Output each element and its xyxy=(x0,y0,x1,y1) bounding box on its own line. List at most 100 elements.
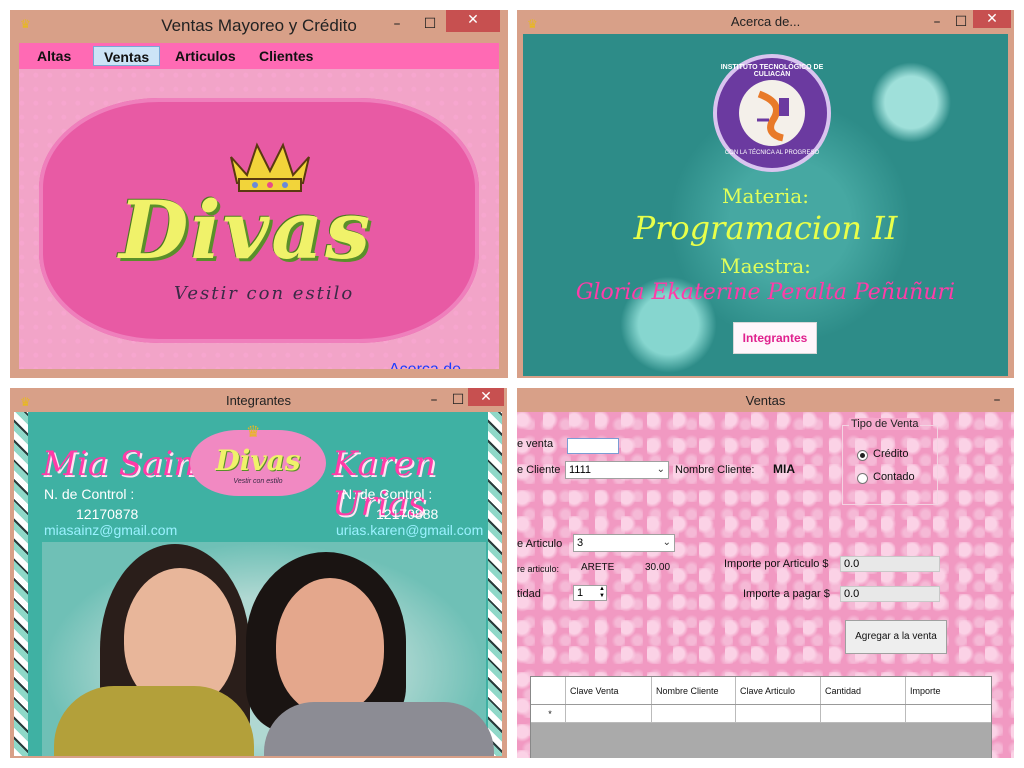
grid-col-nombre-cliente[interactable]: Nombre Cliente xyxy=(651,677,735,704)
materia-label: Materia: xyxy=(722,184,809,208)
close-icon[interactable]: ✕ xyxy=(446,10,500,32)
grid-header: Clave Venta Nombre Cliente Clave Articul… xyxy=(531,677,991,705)
minimize-icon[interactable]: – xyxy=(927,12,947,32)
new-row-marker: * xyxy=(548,708,552,719)
importe-pagar-label: Importe a pagar $ xyxy=(743,588,830,600)
divas-logo-text: Divas xyxy=(119,183,373,277)
credito-label: Crédito xyxy=(873,448,909,460)
menu-clientes[interactable]: Clientes xyxy=(249,46,323,66)
title-bar[interactable]: ♛ Acerca de... – ☐ ✕ xyxy=(517,10,1014,36)
grid-cell[interactable] xyxy=(820,705,905,722)
members-photo xyxy=(42,542,494,756)
clave-articulo-value: 3 xyxy=(577,537,584,549)
tipo-venta-group: Tipo de Venta Crédito Contado xyxy=(842,418,938,505)
title-bar[interactable]: Ventas – xyxy=(517,388,1014,414)
menu-articulos[interactable]: Articulos xyxy=(165,46,246,66)
small-logo-tagline: Vestir con estilo xyxy=(233,478,283,485)
importe-articulo-label: Importe por Articulo $ xyxy=(724,558,829,570)
title-bar[interactable]: ♛ Integrantes – ☐ ✕ xyxy=(10,388,507,414)
about-client-area: INSTITUTO TECNOLÓGICO DE CULIACÁN CON LA… xyxy=(523,34,1008,376)
members-client-area: Mia Sainz Karen Urias ♛ Divas Vestir con… xyxy=(14,412,502,756)
crown-icon: ♛ xyxy=(246,424,261,441)
cantidad-spinner[interactable]: 1 ▲ ▼ xyxy=(573,585,607,601)
grid-cell[interactable] xyxy=(651,705,735,722)
maximize-icon[interactable]: ☐ xyxy=(951,12,971,32)
photo-shirt-1 xyxy=(54,686,254,756)
grid-col-clave-venta[interactable]: Clave Venta xyxy=(565,677,651,704)
menu-ventas[interactable]: Ventas xyxy=(93,46,161,66)
photo-face-2 xyxy=(276,578,384,714)
small-logo-text: Divas xyxy=(215,444,301,477)
nombre-articulo-label: re articulo: xyxy=(517,564,560,574)
grid-cell[interactable] xyxy=(905,705,991,722)
grid-cell[interactable] xyxy=(735,705,820,722)
divas-small-logo: ♛ Divas Vestir con estilo xyxy=(190,424,326,496)
importe-articulo-field[interactable]: 0.0 xyxy=(840,556,940,572)
materia-value: Programacion II xyxy=(633,209,898,247)
main-window: ♛ Ventas Mayoreo y Crédito – ☐ ✕ Altas V… xyxy=(10,10,508,378)
spinner-arrows-icon[interactable]: ▲ ▼ xyxy=(599,586,605,600)
about-link[interactable]: Acerca de... xyxy=(389,361,474,369)
clave-venta-label: e venta xyxy=(517,438,554,450)
minimize-icon[interactable]: – xyxy=(387,14,407,34)
member-1-email: miasainz@gmail.com xyxy=(44,522,178,538)
member-2-control: 12170888 xyxy=(376,506,439,522)
seal-top-text: INSTITUTO TECNOLÓGICO DE CULIACÁN xyxy=(720,64,824,78)
close-icon[interactable]: ✕ xyxy=(468,388,504,406)
member-1-control: 12170878 xyxy=(76,506,139,522)
minimize-icon[interactable]: – xyxy=(424,390,444,410)
clave-articulo-label: e Articulo xyxy=(517,538,563,550)
cantidad-label: tidad xyxy=(517,588,541,600)
contado-radio[interactable] xyxy=(857,473,868,484)
member-2-control-label: N. de Control : xyxy=(342,486,433,502)
clave-cliente-select[interactable]: 1111 ⌄ xyxy=(565,461,669,479)
sales-grid[interactable]: Clave Venta Nombre Cliente Clave Articul… xyxy=(530,676,992,758)
nombre-articulo-value: ARETE xyxy=(581,562,615,573)
precio-value: 30.00 xyxy=(645,562,671,573)
grid-col-importe[interactable]: Importe xyxy=(905,677,991,704)
nombre-cliente-label: Nombre Cliente: xyxy=(675,464,755,476)
institute-seal: INSTITUTO TECNOLÓGICO DE CULIACÁN CON LA… xyxy=(713,54,831,172)
window-title: Ventas xyxy=(745,393,786,408)
member-1-control-label: N. de Control : xyxy=(44,486,135,502)
contado-label: Contado xyxy=(873,471,915,483)
menu-bar: Altas Ventas Articulos Clientes xyxy=(19,43,499,69)
grid-new-row[interactable]: * xyxy=(531,705,991,723)
nombre-cliente-value: MIA xyxy=(773,462,795,476)
logo-tagline: Vestir con estilo xyxy=(174,283,355,304)
maximize-icon[interactable]: ☐ xyxy=(420,14,440,34)
title-bar[interactable]: ♛ Ventas Mayoreo y Crédito – ☐ ✕ xyxy=(10,10,508,36)
clave-articulo-select[interactable]: 3 ⌄ xyxy=(573,534,675,552)
credito-radio[interactable] xyxy=(857,450,868,461)
member-2-email: urias.karen@gmail.com xyxy=(336,522,484,538)
tipo-venta-title: Tipo de Venta xyxy=(849,418,921,430)
cantidad-value: 1 xyxy=(577,587,584,599)
decor-stripe-left xyxy=(14,412,28,756)
minimize-icon[interactable]: – xyxy=(987,390,1007,410)
grid-col-cantidad[interactable]: Cantidad xyxy=(820,677,905,704)
emblem-icon xyxy=(757,90,789,142)
agregar-venta-button[interactable]: Agregar a la venta xyxy=(845,620,947,654)
maximize-icon[interactable]: ☐ xyxy=(448,390,468,410)
dropdown-arrow-icon: ⌄ xyxy=(662,537,671,548)
about-window: ♛ Acerca de... – ☐ ✕ INSTITUTO TECNOLÓGI… xyxy=(517,10,1014,378)
close-icon[interactable]: ✕ xyxy=(973,10,1011,28)
integrantes-button[interactable]: Integrantes xyxy=(733,322,817,354)
members-window: ♛ Integrantes – ☐ ✕ Mia Sainz Karen Uria… xyxy=(10,388,507,758)
grid-col-clave-articulo[interactable]: Clave Articulo xyxy=(735,677,820,704)
menu-altas[interactable]: Altas xyxy=(27,46,81,66)
importe-pagar-field[interactable]: 0.0 xyxy=(840,586,940,602)
seal-emblem xyxy=(739,80,805,146)
dropdown-arrow-icon: ⌄ xyxy=(656,464,665,475)
main-client-area: Altas Ventas Articulos Clientes Divas Ve… xyxy=(19,43,499,369)
photo-shirt-2 xyxy=(264,702,494,756)
member-1-name: Mia Sainz xyxy=(42,444,214,484)
maestra-value: Gloria Ekaterine Peralta Peñuñuri xyxy=(575,280,956,305)
grid-cell[interactable] xyxy=(565,705,651,722)
sales-window: Ventas – e venta e Cliente 1111 ⌄ Nombre… xyxy=(517,388,1014,758)
clave-cliente-label: e Cliente xyxy=(517,464,561,476)
clave-cliente-value: 1111 xyxy=(569,464,592,476)
clave-venta-input[interactable] xyxy=(567,438,619,454)
sales-client-area: e venta e Cliente 1111 ⌄ Nombre Cliente:… xyxy=(517,412,1014,758)
seal-bottom-text: CON LA TÉCNICA AL PROGRESO xyxy=(724,150,820,156)
